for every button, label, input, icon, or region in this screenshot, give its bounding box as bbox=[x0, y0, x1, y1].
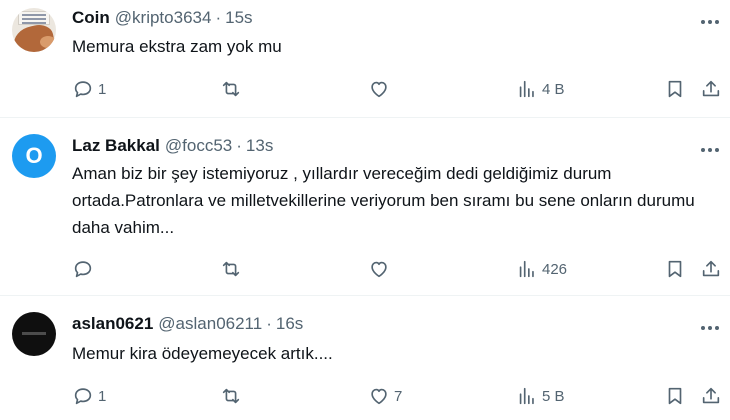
timestamp[interactable]: 16s bbox=[276, 314, 303, 334]
avatar[interactable] bbox=[12, 8, 56, 52]
retweet-icon bbox=[222, 388, 240, 404]
heart-icon bbox=[371, 261, 387, 278]
timestamp[interactable]: 13s bbox=[246, 136, 273, 156]
like-button[interactable] bbox=[368, 74, 394, 104]
retweet-icon bbox=[222, 261, 240, 277]
reply-count: 1 bbox=[98, 80, 107, 98]
tweet[interactable]: O Laz Bakkal @focc53 · 13s Aman biz bir … bbox=[0, 118, 730, 296]
tweet-text: Memura ekstra zam yok mu bbox=[72, 37, 282, 56]
views-button[interactable]: 426 bbox=[516, 254, 567, 284]
bar-chart-icon bbox=[519, 80, 534, 98]
like-button[interactable] bbox=[368, 254, 394, 284]
action-bar: 1 7 5 B bbox=[62, 381, 730, 411]
action-bar: 426 bbox=[62, 254, 730, 284]
tweet-header: aslan0621 @aslan06211 · 16s bbox=[72, 314, 303, 334]
bookmark-icon bbox=[668, 260, 682, 278]
more-options-button[interactable] bbox=[698, 318, 722, 338]
reply-bubble-icon bbox=[74, 388, 92, 405]
display-name[interactable]: Coin bbox=[72, 8, 110, 28]
separator-dot: · bbox=[236, 136, 242, 155]
like-count: 7 bbox=[394, 387, 403, 405]
share-button[interactable] bbox=[700, 74, 722, 104]
separator-dot: · bbox=[266, 314, 272, 333]
avatar-paper-graphic bbox=[18, 11, 50, 25]
tweet[interactable]: aslan0621 @aslan06211 · 16s Memur kira ö… bbox=[0, 296, 730, 420]
bar-chart-icon bbox=[519, 260, 534, 278]
bookmark-button[interactable] bbox=[664, 74, 686, 104]
bookmark-icon bbox=[668, 80, 682, 98]
reply-count: 1 bbox=[98, 387, 107, 405]
views-count: 4 B bbox=[542, 80, 565, 98]
action-bar: 1 4 B bbox=[62, 74, 730, 104]
bookmark-icon bbox=[668, 387, 682, 405]
retweet-button[interactable] bbox=[220, 381, 246, 411]
tweet-header: Coin @kripto3634 · 15s bbox=[72, 8, 253, 28]
share-button[interactable] bbox=[700, 254, 722, 284]
tweet-text: Aman biz bir şey istemiyoruz , yıllardır… bbox=[72, 164, 695, 237]
reply-bubble-icon bbox=[74, 261, 92, 278]
bar-chart-icon bbox=[519, 387, 534, 405]
reply-button[interactable]: 1 bbox=[72, 381, 106, 411]
views-count: 426 bbox=[542, 260, 568, 278]
avatar[interactable]: O bbox=[12, 134, 56, 178]
heart-icon bbox=[371, 81, 387, 98]
share-upload-icon bbox=[702, 387, 720, 404]
bookmark-button[interactable] bbox=[664, 381, 686, 411]
more-options-button[interactable] bbox=[698, 140, 722, 160]
retweet-button[interactable] bbox=[220, 74, 246, 104]
user-handle[interactable]: @focc53 bbox=[165, 136, 232, 156]
bookmark-button[interactable] bbox=[664, 254, 686, 284]
avatar[interactable] bbox=[12, 312, 56, 356]
more-dots-icon bbox=[701, 148, 719, 152]
separator-dot: · bbox=[215, 8, 222, 27]
retweet-button[interactable] bbox=[220, 254, 246, 284]
share-button[interactable] bbox=[700, 381, 722, 411]
views-button[interactable]: 4 B bbox=[516, 74, 565, 104]
reply-button[interactable]: 1 bbox=[72, 74, 106, 104]
like-button[interactable]: 7 bbox=[368, 381, 402, 411]
display-name[interactable]: Laz Bakkal bbox=[72, 136, 160, 156]
views-count: 5 B bbox=[542, 387, 565, 405]
more-dots-icon bbox=[701, 326, 719, 330]
avatar-horse-nose-graphic bbox=[40, 36, 56, 48]
heart-icon bbox=[371, 388, 387, 405]
avatar-logo-graphic bbox=[22, 332, 46, 335]
share-upload-icon bbox=[702, 80, 720, 97]
reply-bubble-icon bbox=[74, 81, 92, 98]
more-options-button[interactable] bbox=[698, 12, 722, 32]
retweet-icon bbox=[222, 81, 240, 97]
reply-button[interactable] bbox=[72, 254, 98, 284]
display-name[interactable]: aslan0621 bbox=[72, 314, 153, 334]
tweet-header: Laz Bakkal @focc53 · 13s bbox=[72, 136, 273, 156]
user-handle[interactable]: @kripto3634 bbox=[115, 8, 212, 28]
views-button[interactable]: 5 B bbox=[516, 381, 565, 411]
share-upload-icon bbox=[702, 260, 720, 277]
user-handle[interactable]: @aslan06211 bbox=[158, 314, 262, 334]
more-dots-icon bbox=[701, 20, 719, 24]
tweet-text: Memur kira ödeyemeyecek artık.... bbox=[72, 344, 333, 363]
timestamp[interactable]: 15s bbox=[225, 8, 252, 28]
tweet[interactable]: Coin @kripto3634 · 15s Memura ekstra zam… bbox=[0, 0, 730, 118]
